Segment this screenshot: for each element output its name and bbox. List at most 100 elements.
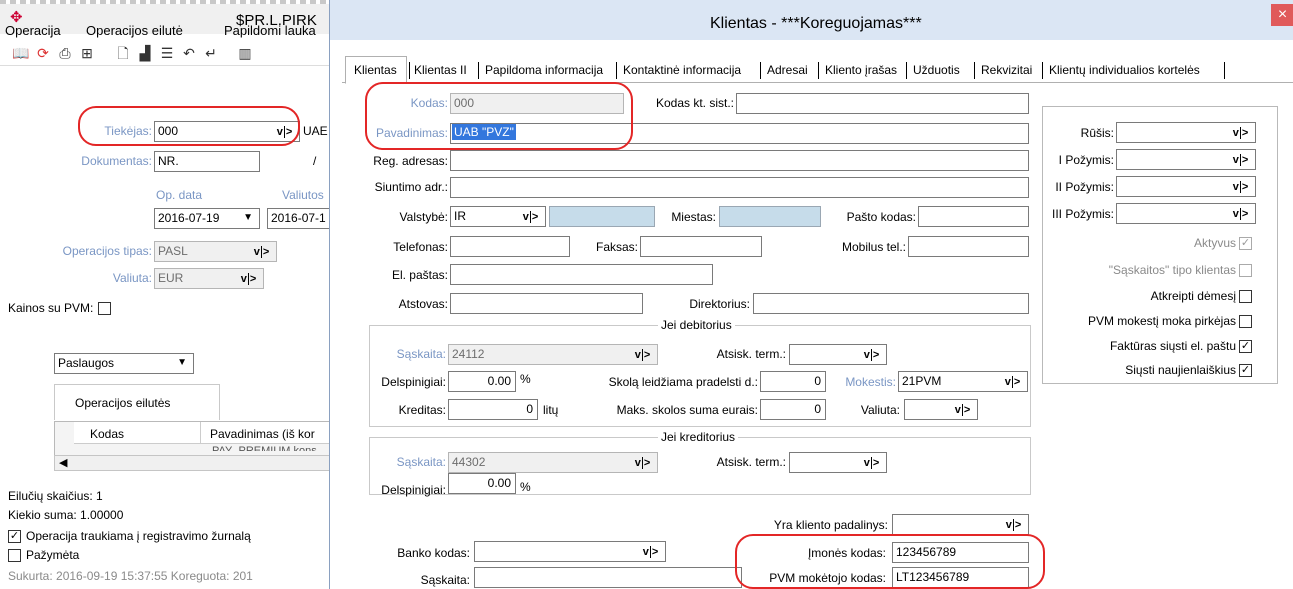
dropdown-icon[interactable]: v >	[271, 123, 298, 140]
pozymis2-select[interactable]: v >	[1116, 176, 1256, 197]
dropdown-icon[interactable]: v >	[637, 543, 664, 560]
enter-icon[interactable]: ↵	[202, 44, 220, 62]
operacijos-tipas-select[interactable]: PASL v >	[154, 241, 277, 262]
dropdown-icon[interactable]: v >	[1000, 516, 1027, 533]
tab-klientas[interactable]: Klientas	[348, 58, 403, 82]
valstybe-value: IR	[454, 209, 466, 223]
dropdown-icon[interactable]: v >	[629, 346, 656, 363]
mokestis-select[interactable]: 21PVM v >	[898, 371, 1028, 392]
pozymis1-select[interactable]: v >	[1116, 149, 1256, 170]
deb-valiuta-select[interactable]: v >	[904, 399, 978, 420]
columns-icon[interactable]: ▥	[236, 44, 254, 62]
pavadinimas-input[interactable]: UAB "PVZ"	[450, 123, 1029, 144]
paslaugos-select[interactable]: Paslaugos ▼	[54, 353, 194, 374]
chevron-down-icon[interactable]: ▼	[177, 357, 187, 368]
dropdown-icon[interactable]: v >	[1227, 151, 1254, 168]
valiuta-select[interactable]: EUR v >	[154, 268, 264, 289]
faksas-input[interactable]	[640, 236, 762, 257]
pvm-moka-checkbox[interactable]	[1239, 315, 1252, 328]
miestas-input[interactable]	[719, 206, 821, 227]
menu-operacija[interactable]: Operacija	[5, 23, 61, 38]
close-icon: ×	[1277, 6, 1288, 23]
kainos-su-pvm-checkbox[interactable]	[98, 302, 111, 315]
tab-klientas-ii[interactable]: Klientas II	[408, 58, 473, 82]
dropdown-icon[interactable]: v >	[517, 208, 544, 225]
tiekejas-select[interactable]: 000 v >	[154, 121, 300, 142]
close-button[interactable]: ×	[1271, 4, 1293, 26]
atkreipti-checkbox[interactable]	[1239, 290, 1252, 303]
dropdown-icon[interactable]: v >	[1227, 178, 1254, 195]
naujienlaiskius-checkbox[interactable]: ✓	[1239, 364, 1252, 377]
kreditas-input[interactable]: 0	[448, 399, 538, 420]
grid-col-kodas[interactable]: Kodas	[90, 427, 124, 441]
saskaita-input[interactable]	[474, 567, 742, 588]
list-icon[interactable]: ☰	[158, 44, 176, 62]
maks-skolos-input[interactable]: 0	[760, 399, 826, 420]
deb-delspinigiai-input[interactable]: 0.00	[448, 371, 516, 392]
pazymeta-checkbox[interactable]	[8, 549, 21, 562]
new-document-icon[interactable]: 🗋	[114, 44, 132, 62]
dropdown-icon[interactable]: v >	[235, 270, 262, 287]
pvm-kodas-input[interactable]: LT123456789	[892, 567, 1029, 588]
direktorius-input[interactable]	[753, 293, 1029, 314]
reg-adresas-input[interactable]	[450, 150, 1029, 171]
op-data-picker[interactable]: 2016-07-19 ▼	[154, 208, 260, 229]
dropdown-icon[interactable]: v >	[1227, 124, 1254, 141]
delete-icon[interactable]: ▟	[136, 44, 154, 62]
pozymis3-select[interactable]: v >	[1116, 203, 1256, 224]
kodas-input[interactable]: 000	[450, 93, 624, 114]
dropdown-icon[interactable]: v >	[858, 346, 885, 363]
dropdown-icon[interactable]: v >	[999, 373, 1026, 390]
tab-klientu-korteles[interactable]: Klientų individualios kortelės	[1043, 58, 1206, 82]
tab-kontaktine-informacija[interactable]: Kontaktinė informacija	[617, 58, 747, 82]
menu-papildomi-laukai[interactable]: Papildomi lauka	[224, 23, 316, 38]
kred-atsisk-term-select[interactable]: v >	[789, 452, 887, 473]
book-icon[interactable]: 📖	[12, 44, 30, 62]
dropdown-icon[interactable]: v >	[858, 454, 885, 471]
traukiama-checkbox[interactable]: ✓	[8, 530, 21, 543]
telefonas-input[interactable]	[450, 236, 570, 257]
dropdown-icon[interactable]: v >	[629, 454, 656, 471]
operacijos-eilutes-tab[interactable]: Operacijos eilutės	[54, 384, 220, 420]
deb-atsisk-term-select[interactable]: v >	[789, 344, 887, 365]
dokumentas-input[interactable]: NR.	[154, 151, 260, 172]
pasto-kodas-input[interactable]	[918, 206, 1029, 227]
aktyvus-checkbox[interactable]: ✓	[1239, 237, 1252, 250]
valstybe-select[interactable]: IR v >	[450, 206, 546, 227]
rusis-select[interactable]: v >	[1116, 122, 1256, 143]
dropdown-icon[interactable]: v >	[248, 243, 275, 260]
deb-saskaita-select[interactable]: 24112 v >	[448, 344, 658, 365]
fakturas-checkbox[interactable]: ✓	[1239, 340, 1252, 353]
valiutos-data-picker[interactable]: 2016-07-1	[267, 208, 330, 229]
padalinys-select[interactable]: v >	[892, 514, 1029, 535]
dropdown-icon[interactable]: v >	[1227, 205, 1254, 222]
print-icon[interactable]: ⎙	[56, 44, 74, 62]
siuntimo-adr-label: Siuntimo adr.:	[374, 180, 448, 194]
undo-icon[interactable]: ↶	[180, 44, 198, 62]
kred-delspinigiai-input[interactable]: 0.00	[448, 473, 516, 494]
tab-rekvizitai[interactable]: Rekvizitai	[975, 58, 1038, 82]
menu-operacijos-eilute[interactable]: Operacijos eilutė	[86, 23, 183, 38]
saskaitos-tipo-checkbox[interactable]	[1239, 264, 1252, 277]
tab-papildoma-informacija[interactable]: Papildoma informacija	[479, 58, 609, 82]
tab-adresai[interactable]: Adresai	[761, 58, 814, 82]
tab-uzduotis[interactable]: Užduotis	[907, 58, 966, 82]
valiuta-value: EUR	[158, 271, 184, 285]
banko-kodas-select[interactable]: v >	[474, 541, 666, 562]
refresh-icon[interactable]: ⟳	[34, 44, 52, 62]
imones-kodas-input[interactable]: 123456789	[892, 542, 1029, 563]
preview-icon[interactable]: ⊞	[78, 44, 96, 62]
skola-input[interactable]: 0	[760, 371, 826, 392]
horizontal-scrollbar[interactable]: ◀	[54, 455, 330, 471]
tab-kliento-irasas[interactable]: Kliento įrašas	[819, 58, 903, 82]
mobilus-input[interactable]	[908, 236, 1029, 257]
dropdown-icon[interactable]: v >	[949, 401, 976, 418]
chevron-down-icon[interactable]: ▼	[243, 212, 253, 223]
atstovas-input[interactable]	[450, 293, 643, 314]
kodas-kt-sist-input[interactable]	[736, 93, 1029, 114]
siuntimo-adr-input[interactable]	[450, 177, 1029, 198]
kred-saskaita-select[interactable]: 44302 v >	[448, 452, 658, 473]
el-pastas-input[interactable]	[450, 264, 713, 285]
scroll-left-icon[interactable]: ◀	[59, 456, 67, 469]
grid-col-pavadinimas[interactable]: Pavadinimas (iš kor	[210, 427, 315, 441]
